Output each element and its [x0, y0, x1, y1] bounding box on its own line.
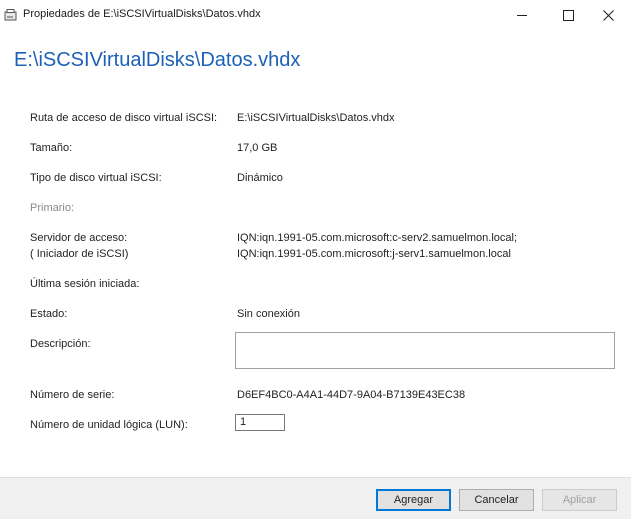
last-session-label: Última sesión iniciada:: [30, 278, 140, 290]
type-value: Dinámico: [237, 172, 283, 184]
add-button[interactable]: Agregar: [376, 489, 451, 511]
type-label: Tipo de disco virtual iSCSI:: [30, 172, 162, 184]
serial-value: D6EF4BC0-A4A1-44D7-9A04-B7139E43EC38: [237, 389, 466, 401]
path-label: Ruta de acceso de disco virtual iSCSI:: [30, 112, 218, 124]
server-value-2: IQN:iqn.1991-05.com.microsoft:j-serv1.sa…: [237, 248, 511, 260]
minimize-button[interactable]: [499, 0, 545, 30]
size-value: 17,0 GB: [237, 142, 278, 154]
description-field[interactable]: [235, 332, 615, 369]
lun-field[interactable]: 1: [235, 414, 285, 431]
window-title: Propiedades de E:\iSCSIVirtualDisks\Dato…: [23, 8, 261, 20]
apply-button[interactable]: Aplicar: [542, 489, 617, 511]
primary-label: Primario:: [30, 202, 75, 214]
close-button[interactable]: [585, 0, 631, 30]
maximize-icon: [562, 9, 574, 21]
cancel-button[interactable]: Cancelar: [459, 489, 534, 511]
page-title: E:\iSCSIVirtualDisks\Datos.vhdx: [14, 49, 301, 71]
path-value: E:\iSCSIVirtualDisks\Datos.vhdx: [237, 112, 395, 124]
serial-label: Número de serie:: [30, 389, 115, 401]
server-value-1: IQN:iqn.1991-05.com.microsoft:c-serv2.sa…: [237, 232, 517, 244]
disk-properties-icon: [4, 9, 17, 21]
button-bar: [0, 477, 631, 519]
description-label: Descripción:: [30, 338, 91, 350]
minimize-icon: [517, 14, 527, 16]
state-value: Sin conexión: [237, 308, 300, 320]
state-label: Estado:: [30, 308, 68, 320]
close-icon: [602, 9, 614, 21]
server-sublabel: ( Iniciador de iSCSI): [30, 248, 129, 260]
lun-label: Número de unidad lógica (LUN):: [30, 419, 188, 431]
title-bar: Propiedades de E:\iSCSIVirtualDisks\Dato…: [0, 0, 631, 30]
size-label: Tamaño:: [30, 142, 73, 154]
server-label: Servidor de acceso:: [30, 232, 128, 244]
